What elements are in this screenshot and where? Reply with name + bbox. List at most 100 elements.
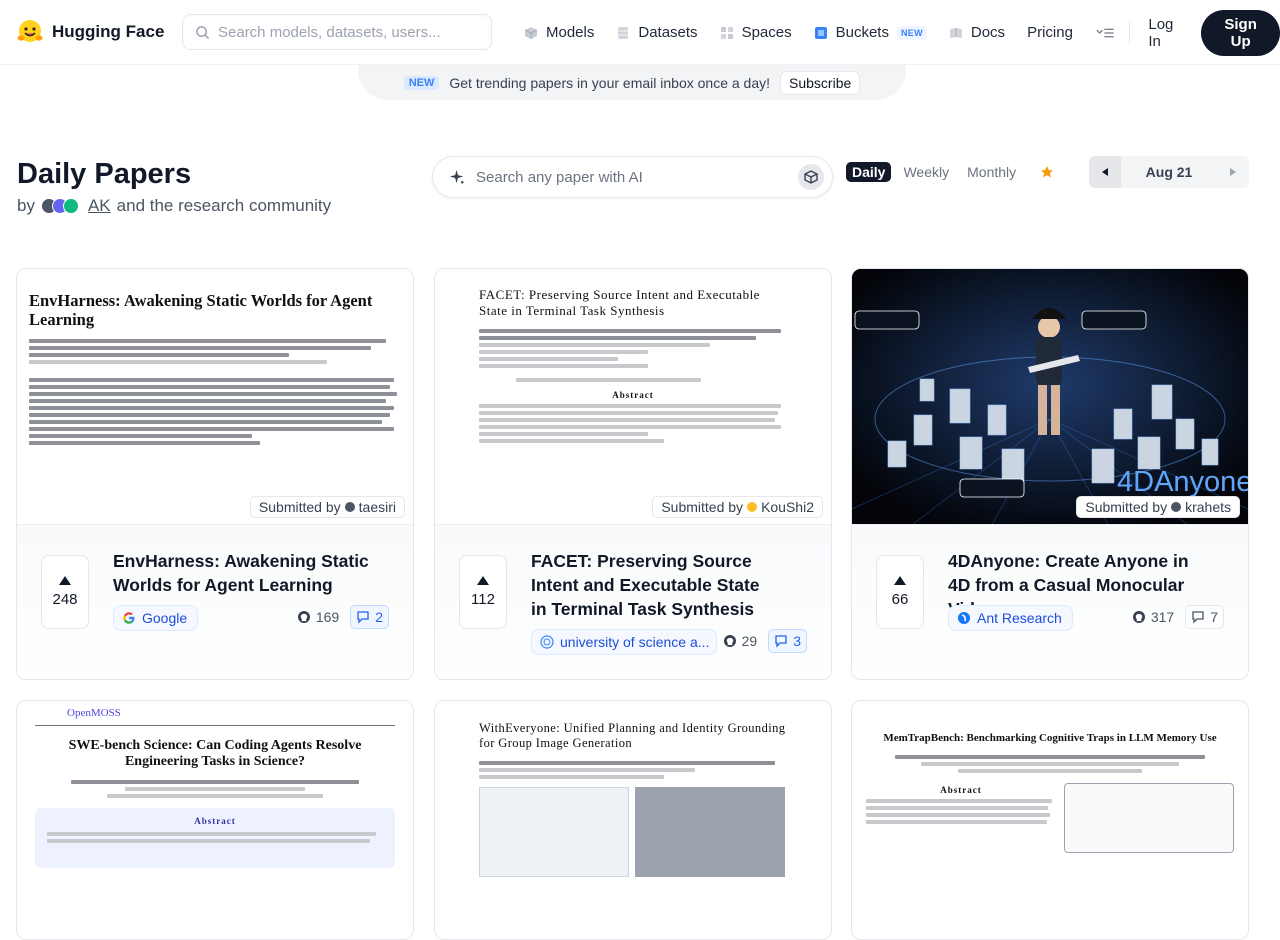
- comments-count: 2: [375, 609, 383, 625]
- brand-logo[interactable]: Hugging Face: [16, 18, 164, 46]
- upvote-count: 248: [52, 591, 78, 608]
- community-avatars: [40, 198, 79, 214]
- subscribe-button[interactable]: Subscribe: [780, 70, 861, 95]
- top-navigation: Hugging Face Models Datasets Spaces Buck…: [0, 0, 1280, 65]
- university-seal-icon: [540, 635, 554, 649]
- avatar: [62, 198, 79, 214]
- organization-badge[interactable]: Ant Research: [948, 605, 1073, 631]
- upvote-button[interactable]: 66: [876, 555, 924, 629]
- signup-button[interactable]: Sign Up: [1201, 9, 1280, 56]
- byline: by AK and the research community: [17, 196, 331, 216]
- nav-pricing[interactable]: Pricing: [1027, 24, 1073, 41]
- github-stars-count: 29: [741, 633, 758, 649]
- nav-spaces[interactable]: Spaces: [720, 24, 792, 41]
- comments-count-button[interactable]: 7: [1185, 605, 1224, 629]
- banner-new-tag: NEW: [403, 75, 440, 90]
- nav-models[interactable]: Models: [524, 24, 594, 41]
- paper-preview-title: FACET: Preserving Source Intent and Exec…: [479, 287, 760, 318]
- paper-thumbnail[interactable]: 4DAnyone Submitted by krahets: [852, 269, 1248, 525]
- github-stars[interactable]: 169: [292, 606, 344, 628]
- paper-title[interactable]: FACET: Preserving Source Intent and Exec…: [531, 549, 761, 621]
- paper-thumbnail[interactable]: FACET: Preserving Source Intent and Exec…: [435, 269, 831, 525]
- paper-preview-abstract-heading: Abstract: [940, 785, 982, 795]
- upvote-arrow-icon: [894, 576, 906, 585]
- paper-card[interactable]: FACET: Preserving Source Intent and Exec…: [434, 268, 832, 680]
- paper-stats: 169 2: [292, 605, 389, 629]
- paper-card[interactable]: 4DAnyone Submitted by krahets 66 4DAnyon…: [851, 268, 1249, 680]
- paper-card[interactable]: OpenMOSS SWE-bench Science: Can Coding A…: [16, 700, 414, 940]
- submitted-by[interactable]: Submitted by krahets: [1076, 496, 1240, 518]
- submitted-by[interactable]: Submitted by taesiri: [249, 496, 405, 518]
- organization-badge[interactable]: university of science a...: [531, 629, 717, 655]
- login-link[interactable]: Log In: [1148, 16, 1187, 50]
- comments-count: 7: [1210, 609, 1218, 625]
- card-footer: 112 FACET: Preserving Source Intent and …: [435, 525, 831, 679]
- submitted-by[interactable]: Submitted by KouShi2: [652, 496, 823, 518]
- paper-thumbnail[interactable]: EnvHarness: Awakening Static Worlds for …: [17, 269, 413, 525]
- cube-icon: [524, 26, 538, 39]
- paper-preview-abstract-heading: Abstract: [612, 390, 654, 400]
- tab-weekly[interactable]: Weekly: [897, 162, 955, 182]
- nav-spaces-label: Spaces: [741, 24, 792, 41]
- nav-buckets[interactable]: Buckets NEW: [814, 24, 927, 41]
- paper-card[interactable]: MemTrapBench: Benchmarking Cognitive Tra…: [851, 700, 1249, 940]
- paper-preview-title: EnvHarness: Awakening Static Worlds for …: [29, 291, 373, 329]
- author-link[interactable]: AK: [88, 196, 111, 216]
- upvote-button[interactable]: 112: [459, 555, 507, 629]
- github-icon: [297, 611, 310, 623]
- upvote-arrow-icon: [59, 576, 71, 585]
- organization-name: Google: [142, 610, 188, 626]
- avatar: [747, 502, 758, 512]
- github-stars[interactable]: 29: [718, 630, 763, 652]
- star-icon[interactable]: [1040, 165, 1054, 179]
- organization-badge[interactable]: Google: [113, 605, 199, 631]
- ai-paper-search[interactable]: [432, 156, 833, 198]
- cube-icon: [804, 170, 818, 184]
- search-input[interactable]: [218, 23, 478, 41]
- more-menu-icon[interactable]: [1095, 25, 1116, 41]
- github-stars[interactable]: 317: [1127, 606, 1179, 628]
- paper-figure: [1064, 783, 1234, 853]
- comments-count-button[interactable]: 3: [768, 629, 807, 653]
- new-badge: NEW: [896, 25, 927, 40]
- next-date-button[interactable]: [1217, 156, 1249, 188]
- avatar: [344, 502, 355, 512]
- nav-datasets[interactable]: Datasets: [616, 24, 698, 41]
- tab-daily[interactable]: Daily: [846, 162, 892, 182]
- previous-date-button[interactable]: [1089, 156, 1121, 188]
- avatar: [1171, 502, 1182, 512]
- submitted-by-prefix: Submitted by: [661, 499, 744, 515]
- newsletter-banner: NEW Get trending papers in your email in…: [358, 65, 906, 100]
- sparkle-icon: [449, 169, 465, 184]
- global-search[interactable]: [182, 14, 492, 50]
- database-icon: [618, 26, 629, 39]
- ant-research-icon: [958, 612, 970, 624]
- comment-icon: [357, 611, 369, 624]
- nav-docs[interactable]: Docs: [949, 24, 1005, 41]
- github-icon: [1132, 611, 1145, 623]
- submitted-by-prefix: Submitted by: [258, 499, 341, 515]
- submitter-name: krahets: [1185, 499, 1231, 515]
- upvote-button[interactable]: 248: [41, 555, 89, 629]
- teaser-image: 4DAnyone: [852, 269, 1248, 524]
- paper-preview: OpenMOSS SWE-bench Science: Can Coding A…: [17, 701, 413, 939]
- nav-divider: [1129, 21, 1131, 44]
- ai-search-button[interactable]: [798, 164, 824, 190]
- tab-monthly[interactable]: Monthly: [961, 162, 1022, 182]
- nav-links: Models Datasets Spaces Buckets NEW Docs …: [524, 0, 1280, 65]
- ai-search-input[interactable]: [476, 168, 786, 186]
- upvote-count: 112: [471, 591, 495, 608]
- paper-preview: MemTrapBench: Benchmarking Cognitive Tra…: [852, 701, 1248, 939]
- comments-count-button[interactable]: 2: [350, 605, 389, 629]
- upvote-arrow-icon: [477, 576, 489, 585]
- paper-preview-title: SWE-bench Science: Can Coding Agents Res…: [68, 738, 362, 769]
- submitter-name: taesiri: [358, 499, 396, 515]
- paper-card[interactable]: WithEveryone: Unified Planning and Ident…: [434, 700, 832, 940]
- book-icon: [949, 27, 962, 38]
- paper-title[interactable]: EnvHarness: Awakening Static Worlds for …: [113, 549, 383, 597]
- grid-icon: [720, 26, 733, 39]
- organization-name: Ant Research: [977, 610, 1062, 626]
- current-date[interactable]: Aug 21: [1121, 164, 1217, 180]
- paper-card[interactable]: EnvHarness: Awakening Static Worlds for …: [16, 268, 414, 680]
- card-footer: 66 4DAnyone: Create Anyone in 4D from a …: [852, 525, 1248, 679]
